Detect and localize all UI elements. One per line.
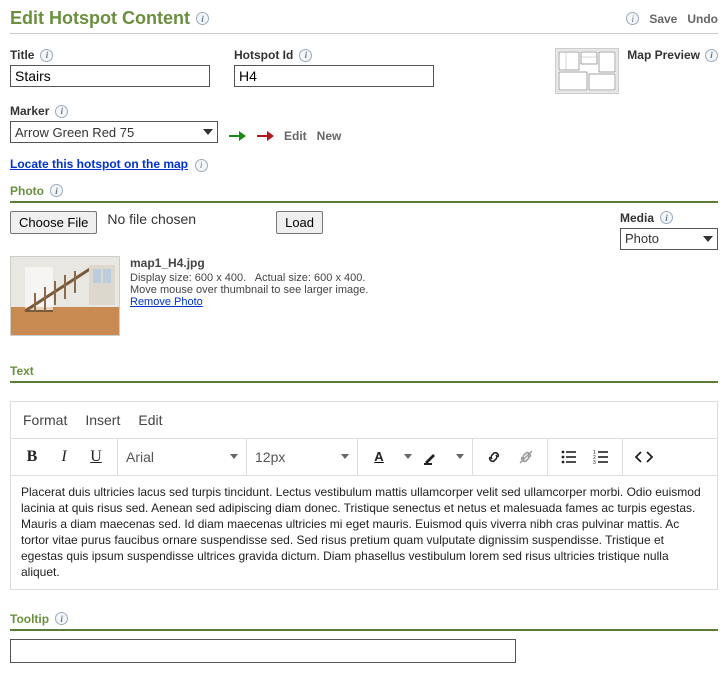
media-select-value: Photo [625,231,659,246]
chevron-down-icon [341,454,349,459]
media-select[interactable]: Photo [620,228,718,250]
text-section-title: Text [10,364,34,378]
highlight-button[interactable] [418,444,444,470]
page-title: Edit Hotspot Content i [10,8,209,29]
info-icon[interactable]: i [660,211,673,224]
font-size-value: 12px [255,449,285,465]
editor-toolbar: B I U Arial 12px A [11,438,717,476]
link-button[interactable] [481,444,507,470]
editor-menubar: Format Insert Edit [11,402,717,438]
title-label-text: Title [10,48,34,62]
undo-button[interactable]: Undo [687,12,718,26]
menu-format[interactable]: Format [23,412,67,428]
editor-content[interactable]: Placerat duis ultricies lacus sed turpis… [11,476,717,589]
marker-label-text: Marker [10,104,49,118]
italic-button[interactable]: I [51,444,77,470]
photo-filename: map1_H4.jpg [130,256,368,270]
underline-button[interactable]: U [83,444,109,470]
font-family-select[interactable]: Arial [118,449,246,465]
text-color-button[interactable]: A [366,444,392,470]
photo-section-header: Photo i [10,184,718,203]
chevron-down-icon [230,454,238,459]
page-title-text: Edit Hotspot Content [10,8,190,29]
photo-actual-size: Actual size: 600 x 400. [255,272,366,284]
bold-button[interactable]: B [19,444,45,470]
info-icon[interactable]: i [50,184,63,197]
header-actions: i Save Undo [626,12,718,26]
no-file-label: No file chosen [107,211,196,227]
remove-photo-link[interactable]: Remove Photo [130,296,203,308]
info-icon[interactable]: i [626,12,639,25]
marker-select-value: Arrow Green Red 75 [15,125,134,140]
font-family-value: Arial [126,449,154,465]
load-button[interactable]: Load [276,211,323,234]
chevron-down-icon [703,236,713,242]
marker-new-link[interactable]: New [317,129,342,143]
map-preview-label: Map Preview i [627,48,718,62]
photo-file-info: map1_H4.jpg Display size: 600 x 400. Act… [130,256,368,308]
title-input[interactable] [10,65,210,87]
bullet-list-button[interactable] [556,444,582,470]
unlink-button[interactable] [513,444,539,470]
save-button[interactable]: Save [649,12,677,26]
media-label-text: Media [620,211,654,225]
svg-text:3: 3 [593,460,596,466]
menu-insert[interactable]: Insert [85,412,120,428]
map-preview-label-text: Map Preview [627,48,700,62]
text-section-header: Text [10,364,718,383]
media-label: Media i [620,211,718,225]
chevron-down-icon [203,129,213,135]
info-icon[interactable]: i [40,49,53,62]
info-icon[interactable]: i [55,612,68,625]
info-icon[interactable]: i [195,159,208,172]
photo-hover-hint: Move mouse over thumbnail to see larger … [130,284,368,296]
arrow-green-icon [228,129,246,143]
photo-display-size: Display size: 600 x 400. [130,272,246,284]
info-icon[interactable]: i [196,12,209,25]
code-view-button[interactable] [631,444,657,470]
locate-hotspot-link[interactable]: Locate this hotspot on the map [10,157,188,171]
number-list-button[interactable]: 123 [588,444,614,470]
hotspot-id-input[interactable] [234,65,434,87]
rich-text-editor: Format Insert Edit B I U Arial 12px A [10,401,718,590]
chevron-down-icon[interactable] [404,454,412,459]
marker-select[interactable]: Arrow Green Red 75 [10,121,218,143]
title-label: Title i [10,48,210,62]
photo-section-title: Photo [10,184,44,198]
map-preview-thumb[interactable] [555,48,619,94]
info-icon[interactable]: i [55,105,68,118]
marker-label: Marker i [10,104,218,118]
photo-thumbnail[interactable] [10,256,120,336]
font-size-select[interactable]: 12px [247,449,357,465]
info-icon[interactable]: i [299,49,312,62]
choose-file-button[interactable]: Choose File [10,211,97,234]
tooltip-section-header: Tooltip i [10,612,718,631]
info-icon[interactable]: i [705,49,718,62]
marker-edit-link[interactable]: Edit [284,129,307,143]
tooltip-input[interactable] [10,639,516,663]
chevron-down-icon[interactable] [456,454,464,459]
arrow-red-icon [256,129,274,143]
hotspot-id-label-text: Hotspot Id [234,48,293,62]
menu-edit[interactable]: Edit [138,412,162,428]
hotspot-id-label: Hotspot Id i [234,48,434,62]
tooltip-section-title: Tooltip [10,612,49,626]
